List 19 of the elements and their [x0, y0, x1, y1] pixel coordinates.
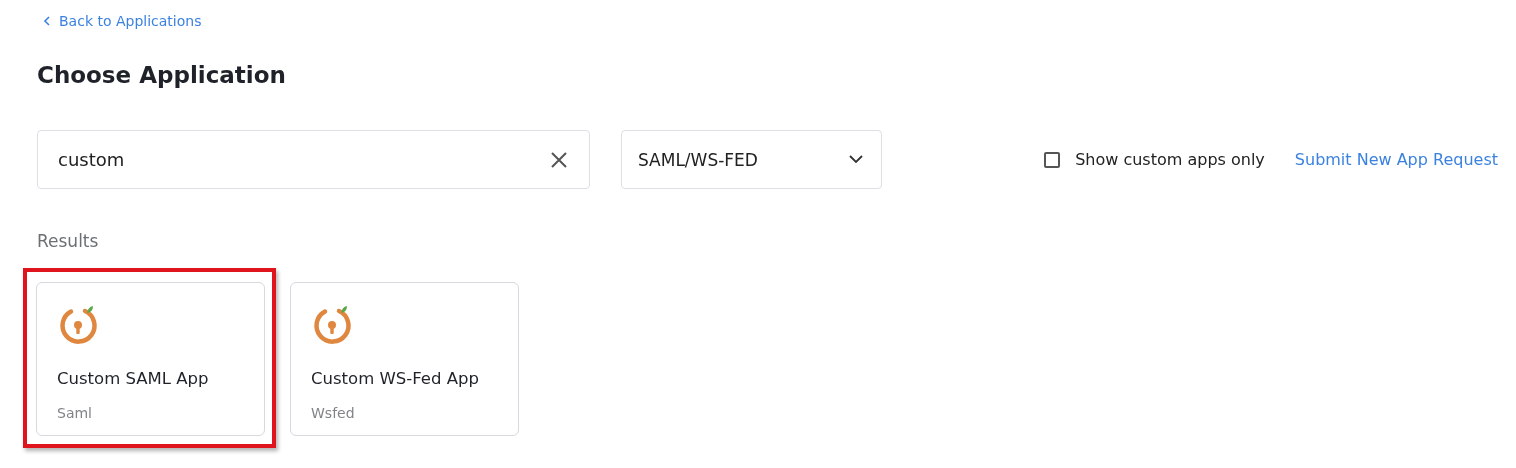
chevron-left-icon	[43, 16, 51, 26]
lock-logo-icon	[311, 305, 353, 347]
app-name: Custom WS-Fed App	[311, 369, 480, 388]
app-type: Saml	[57, 405, 93, 421]
back-link[interactable]: Back to Applications	[43, 13, 202, 29]
protocol-dropdown[interactable]: SAML/WS-FED	[621, 130, 882, 189]
app-card[interactable]: Custom WS-Fed App Wsfed	[277, 268, 530, 448]
app-name: Custom SAML App	[57, 369, 210, 388]
app-type: Wsfed	[311, 405, 356, 421]
page-title: Choose Application	[37, 61, 287, 90]
checkbox-label: Show custom apps only	[1075, 150, 1265, 169]
chevron-down-icon	[849, 155, 863, 164]
app-card[interactable]: Custom SAML App Saml	[23, 268, 276, 448]
lock-logo-icon	[57, 305, 99, 347]
clear-icon[interactable]	[549, 149, 569, 170]
checkbox[interactable]	[1044, 151, 1061, 168]
submit-request-link[interactable]: Submit New App Request	[1294, 150, 1498, 169]
search-field[interactable]: custom	[37, 130, 590, 189]
results-heading: Results	[37, 231, 100, 251]
